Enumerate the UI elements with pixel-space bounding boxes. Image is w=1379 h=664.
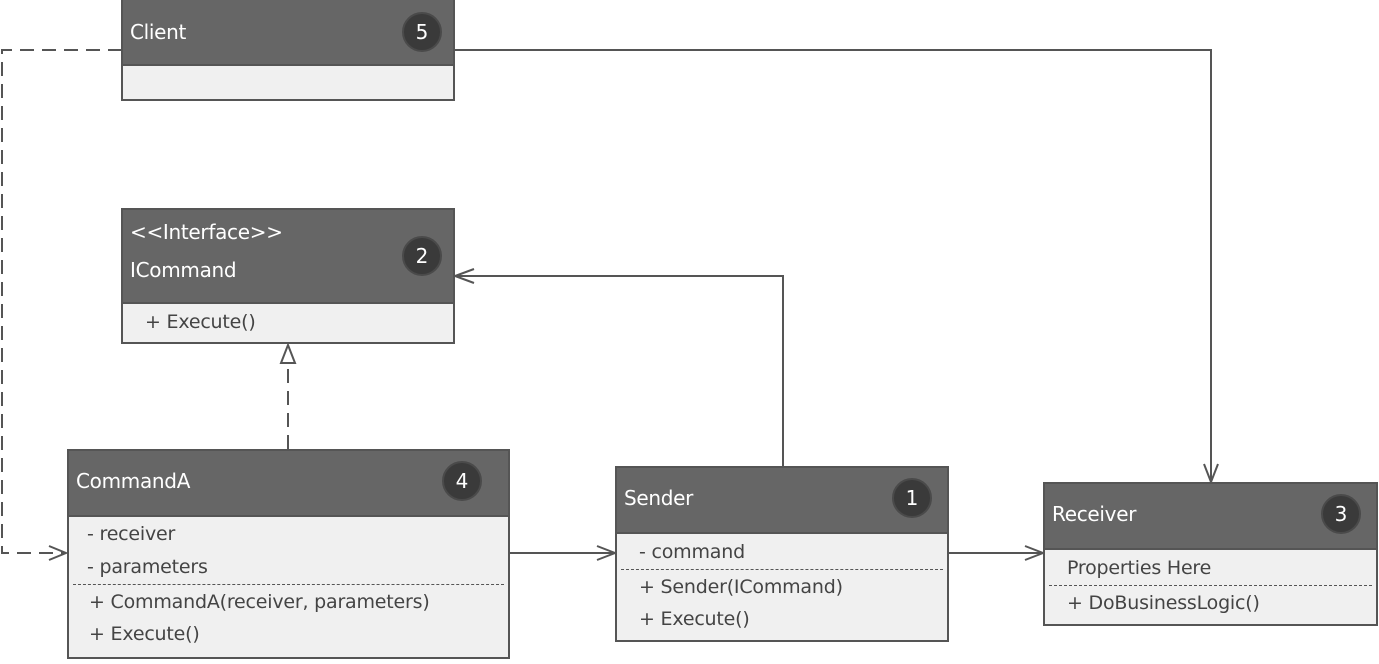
class-name: ICommand [130, 258, 237, 282]
methods-section: + Execute() [123, 304, 453, 338]
section-divider [621, 569, 943, 570]
attribute-row: - receiver [87, 523, 176, 545]
class-receiver[interactable]: Receiver 3 Properties Here + DoBusinessL… [1043, 482, 1378, 626]
section-divider [1049, 585, 1372, 586]
class-name: Receiver [1052, 502, 1137, 526]
class-name: CommandA [76, 469, 191, 493]
attribute-row: - parameters [87, 556, 208, 578]
step-number-badge: 2 [402, 236, 442, 276]
class-sender[interactable]: Sender 1 - command + Sender(ICommand) + … [615, 466, 949, 642]
step-number-badge: 5 [402, 12, 442, 52]
method-row: + Execute() [145, 311, 256, 333]
step-number-badge: 3 [1321, 494, 1361, 534]
method-row: + Sender(ICommand) [639, 576, 843, 598]
class-name: Sender [624, 486, 694, 510]
attributes-section: Properties Here [1045, 550, 1376, 584]
class-icommand-header: <<Interface>> ICommand 2 [123, 210, 453, 304]
class-icommand[interactable]: <<Interface>> ICommand 2 + Execute() [121, 208, 455, 344]
step-number-badge: 1 [892, 478, 932, 518]
stereotype-label: <<Interface>> [130, 220, 283, 244]
attribute-row: Properties Here [1067, 557, 1212, 579]
class-client[interactable]: Client 5 [121, 0, 455, 101]
association-sender-to-icommand [455, 275, 784, 466]
method-row: + Execute() [89, 623, 200, 645]
section-divider [73, 584, 504, 585]
step-number-badge: 4 [442, 461, 482, 501]
attribute-row: - command [639, 541, 745, 563]
methods-section: + CommandA(receiver, parameters) + Execu… [69, 586, 508, 650]
method-row: + DoBusinessLogic() [1067, 592, 1260, 614]
method-row: + CommandA(receiver, parameters) [89, 591, 430, 613]
class-sender-header: Sender 1 [617, 468, 947, 534]
class-commanda-header: CommandA 4 [69, 451, 508, 517]
methods-section: + Sender(ICommand) + Execute() [617, 571, 947, 635]
class-commanda[interactable]: CommandA 4 - receiver - parameters + Com… [67, 449, 510, 659]
hollow-triangle-icommand [279, 342, 297, 364]
attributes-section: - command [617, 534, 947, 568]
class-receiver-header: Receiver 3 [1045, 484, 1376, 550]
class-name: Client [130, 20, 187, 44]
methods-section: + DoBusinessLogic() [1045, 587, 1376, 619]
attributes-section: - receiver - parameters [69, 517, 508, 583]
method-row: + Execute() [639, 608, 750, 630]
class-client-header: Client 5 [123, 0, 453, 66]
association-client-to-receiver [455, 49, 1212, 482]
